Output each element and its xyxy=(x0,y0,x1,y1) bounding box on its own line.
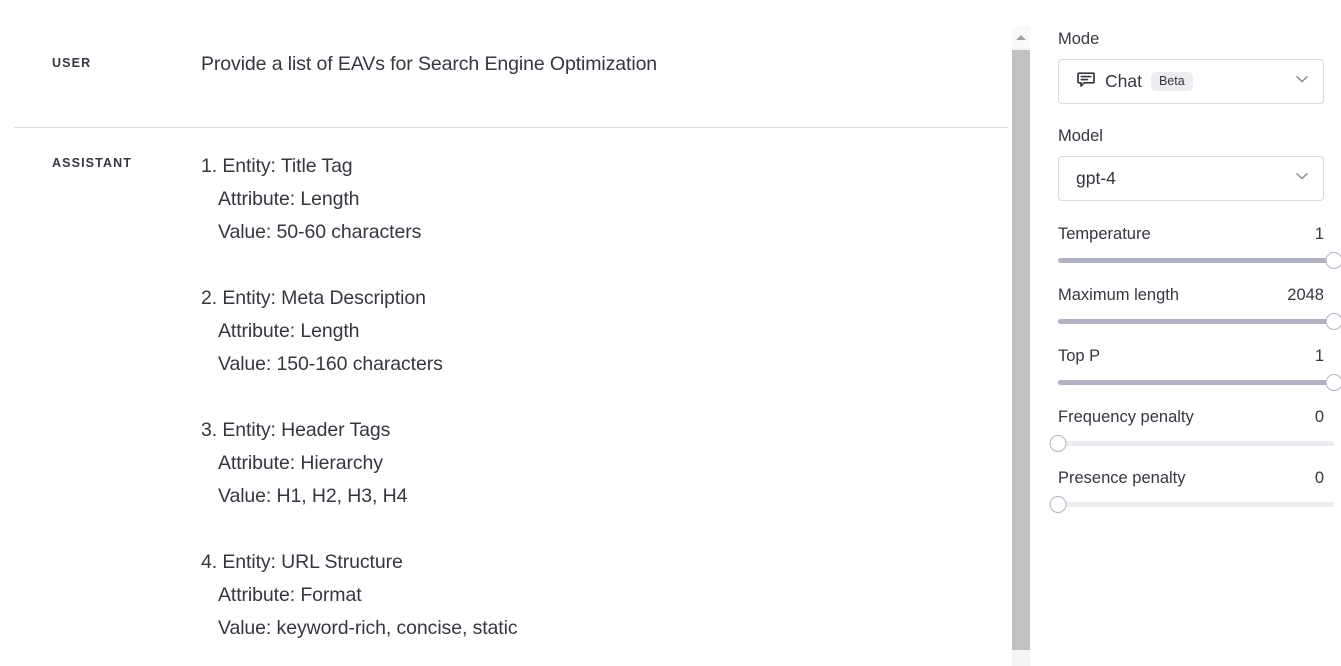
assistant-eav-item: 3. Entity: Header Tags Attribute: Hierarc… xyxy=(201,414,994,513)
chat-scrollbar[interactable] xyxy=(1012,26,1030,666)
slider-group: Maximum length 2048 xyxy=(1058,283,1341,331)
message-row-assistant[interactable]: ASSISTANT 1. Entity: Title Tag Attribute:… xyxy=(0,109,1034,645)
slider-rail xyxy=(1058,501,1334,507)
eav-value-line: Value: keyword-rich, concise, static xyxy=(218,617,518,639)
chevron-down-icon[interactable] xyxy=(1293,70,1311,93)
slider-header: Frequency penalty 0 xyxy=(1058,405,1324,429)
slider-thumb[interactable] xyxy=(1049,495,1067,513)
mode-beta-badge: Beta xyxy=(1150,71,1193,92)
slider-thumb[interactable] xyxy=(1325,312,1341,330)
slider-value[interactable]: 1 xyxy=(1315,344,1324,368)
eav-value-line: Value: 50-60 characters xyxy=(218,221,422,243)
eav-entity-line: 2. Entity: Meta Description xyxy=(201,287,426,309)
slider-track[interactable] xyxy=(1049,250,1341,270)
slider-header: Temperature 1 xyxy=(1058,222,1324,246)
slider-track[interactable] xyxy=(1049,494,1334,514)
slider-group: Frequency penalty 0 xyxy=(1049,405,1334,453)
eav-entity-line: 1. Entity: Title Tag xyxy=(201,155,353,177)
role-label-user: USER xyxy=(52,56,92,70)
playground-root: USER Provide a list of EAVs for Search E… xyxy=(0,0,1341,666)
slider-thumb[interactable] xyxy=(1325,251,1341,269)
eav-value-line: Value: 150-160 characters xyxy=(218,353,443,375)
mode-dropdown-value: Chat xyxy=(1105,71,1142,91)
slider-label: Maximum length xyxy=(1058,286,1180,304)
model-dropdown-value: gpt-4 xyxy=(1076,168,1116,188)
message-text-user[interactable]: Provide a list of EAVs for Search Engine… xyxy=(201,52,1034,76)
chat-panel: USER Provide a list of EAVs for Search E… xyxy=(0,0,1034,666)
eav-entity-line: 4. Entity: URL Structure xyxy=(201,551,403,573)
scroll-up-arrow-glyph xyxy=(1016,34,1026,40)
slider-value[interactable]: 1 xyxy=(1315,222,1324,246)
slider-rail xyxy=(1058,440,1334,446)
role-label-assistant: ASSISTANT xyxy=(52,156,133,170)
eav-item-spacer xyxy=(201,513,994,546)
slider-track[interactable] xyxy=(1049,311,1341,331)
slider-track[interactable] xyxy=(1049,372,1341,392)
slider-value[interactable]: 0 xyxy=(1315,466,1324,490)
eav-attribute-line: Attribute: Hierarchy xyxy=(218,452,383,474)
chevron-down-icon[interactable] xyxy=(1293,167,1311,190)
assistant-eav-item: 4. Entity: URL Structure Attribute: Forma… xyxy=(201,546,994,645)
slider-group: Top P 1 xyxy=(1058,344,1341,392)
assistant-eav-item: 2. Entity: Meta Description Attribute: Le… xyxy=(201,282,994,381)
sliders-container: Temperature 1 Maximum length 2048 Top P 1 Freq… xyxy=(1049,222,1341,514)
slider-fill xyxy=(1058,257,1334,263)
eav-value-line: Value: H1, H2, H3, H4 xyxy=(218,485,408,507)
slider-fill xyxy=(1058,379,1334,385)
assistant-eav-item: 1. Entity: Title Tag Attribute: Length Val… xyxy=(201,150,994,249)
settings-panel: Mode Chat Beta Model gpt-4 Temperature 1… xyxy=(1034,0,1341,666)
slider-fill xyxy=(1058,318,1334,324)
eav-attribute-line: Attribute: Length xyxy=(218,188,360,210)
slider-thumb[interactable] xyxy=(1049,434,1067,452)
slider-label: Presence penalty xyxy=(1058,469,1186,487)
eav-item-spacer xyxy=(201,381,994,414)
eav-attribute-line: Attribute: Format xyxy=(218,584,362,606)
mode-dropdown[interactable]: Chat Beta xyxy=(1058,59,1324,104)
chat-scrollbar-thumb[interactable] xyxy=(1012,50,1030,650)
slider-group: Temperature 1 xyxy=(1058,222,1341,270)
slider-header: Presence penalty 0 xyxy=(1058,466,1324,490)
mode-dropdown-content: Chat Beta xyxy=(1076,69,1293,94)
model-dropdown-content: gpt-4 xyxy=(1076,168,1293,189)
mode-label: Mode xyxy=(1058,30,1100,48)
model-dropdown[interactable]: gpt-4 xyxy=(1058,156,1324,201)
slider-group: Presence penalty 0 xyxy=(1049,466,1334,514)
eav-attribute-line: Attribute: Length xyxy=(218,320,360,342)
slider-value[interactable]: 0 xyxy=(1315,405,1324,429)
slider-thumb[interactable] xyxy=(1325,373,1341,391)
slider-header: Maximum length 2048 xyxy=(1058,283,1324,307)
slider-value[interactable]: 2048 xyxy=(1287,283,1324,307)
slider-label: Temperature xyxy=(1058,225,1151,243)
eav-entity-line: 3. Entity: Header Tags xyxy=(201,419,391,441)
slider-track[interactable] xyxy=(1049,433,1334,453)
scroll-up-arrow-icon[interactable] xyxy=(1012,26,1030,48)
slider-header: Top P 1 xyxy=(1058,344,1324,368)
eav-item-spacer xyxy=(201,249,994,282)
chat-bubble-icon xyxy=(1076,69,1096,94)
slider-label: Top P xyxy=(1058,347,1101,365)
message-row-user[interactable]: USER Provide a list of EAVs for Search E… xyxy=(0,0,1034,109)
model-label: Model xyxy=(1058,127,1103,145)
slider-label: Frequency penalty xyxy=(1058,408,1194,426)
message-text-assistant[interactable]: 1. Entity: Title Tag Attribute: Length Val… xyxy=(201,150,1034,645)
